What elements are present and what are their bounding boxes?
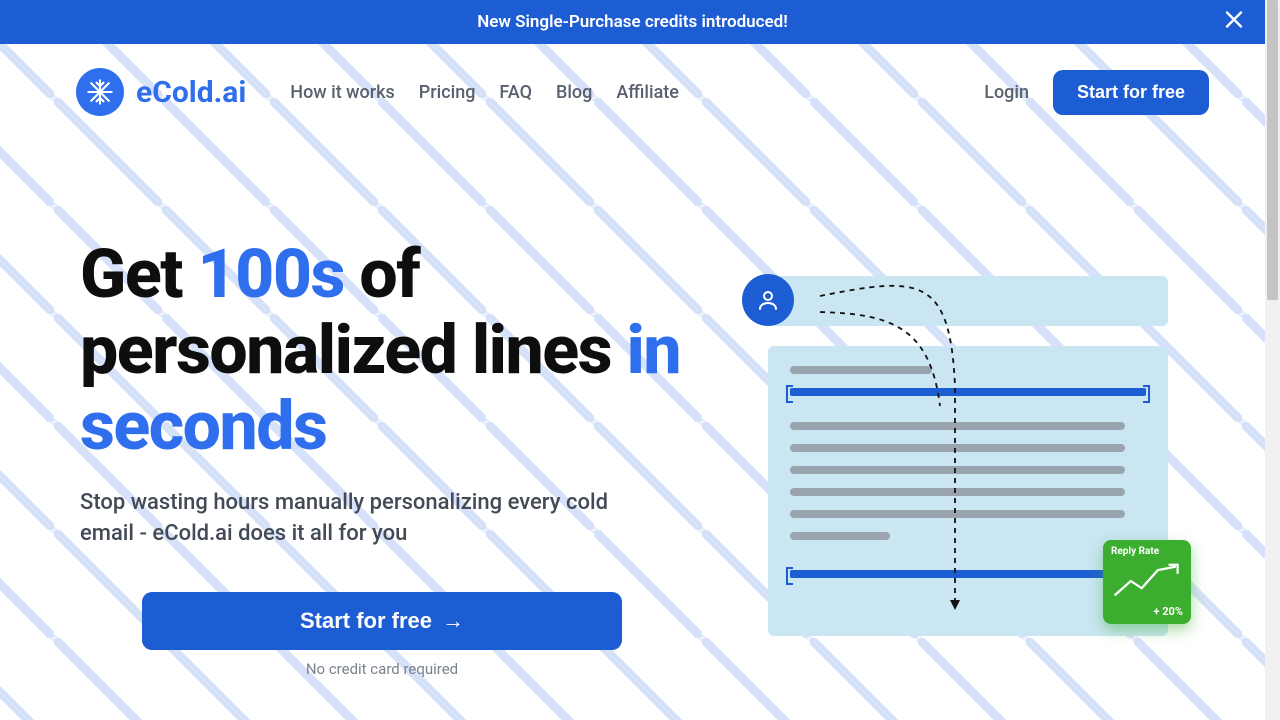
hero-section: Get 100s of personalized lines in second… bbox=[0, 116, 1265, 678]
scrollbar-thumb[interactable] bbox=[1267, 0, 1278, 300]
announcement-text: New Single-Purchase credits introduced! bbox=[477, 12, 788, 32]
hero-title: Get 100s of personalized lines in second… bbox=[80, 236, 700, 464]
nav-right: Login Start for free bbox=[984, 70, 1209, 115]
close-icon[interactable] bbox=[1221, 7, 1247, 38]
trend-up-icon bbox=[1111, 557, 1183, 605]
nav-how-it-works[interactable]: How it works bbox=[290, 82, 394, 103]
hero-note: No credit card required bbox=[142, 660, 622, 678]
hero-title-pre: Get bbox=[80, 234, 197, 314]
announcement-banner: New Single-Purchase credits introduced! bbox=[0, 0, 1265, 44]
hero-title-accent1: 100s bbox=[197, 234, 344, 314]
snowflake-icon bbox=[76, 68, 124, 116]
login-link[interactable]: Login bbox=[984, 82, 1029, 103]
reply-rate-label: Reply Rate bbox=[1111, 546, 1183, 557]
site-header: eCold.ai How it works Pricing FAQ Blog A… bbox=[0, 44, 1265, 116]
reply-rate-delta: + 20% bbox=[1111, 605, 1183, 618]
hero-left: Get 100s of personalized lines in second… bbox=[80, 236, 700, 678]
logo[interactable]: eCold.ai bbox=[76, 68, 246, 116]
arrow-right-icon: → bbox=[442, 608, 464, 634]
reply-rate-badge: Reply Rate + 20% bbox=[1103, 540, 1191, 624]
hero-cta-row: Start for free → No credit card required bbox=[142, 592, 622, 678]
hero-subtitle: Stop wasting hours manually personalizin… bbox=[80, 488, 660, 550]
nav-affiliate[interactable]: Affiliate bbox=[616, 82, 679, 103]
hero-start-button-label: Start for free bbox=[300, 608, 432, 634]
hero-start-button[interactable]: Start for free → bbox=[142, 592, 622, 650]
logo-text: eCold.ai bbox=[136, 75, 246, 110]
main-nav: How it works Pricing FAQ Blog Affiliate bbox=[290, 82, 679, 103]
nav-blog[interactable]: Blog bbox=[556, 82, 592, 103]
nav-faq[interactable]: FAQ bbox=[499, 82, 532, 103]
scrollbar[interactable] bbox=[1265, 0, 1280, 720]
nav-pricing[interactable]: Pricing bbox=[419, 82, 476, 103]
start-for-free-button[interactable]: Start for free bbox=[1053, 70, 1209, 115]
